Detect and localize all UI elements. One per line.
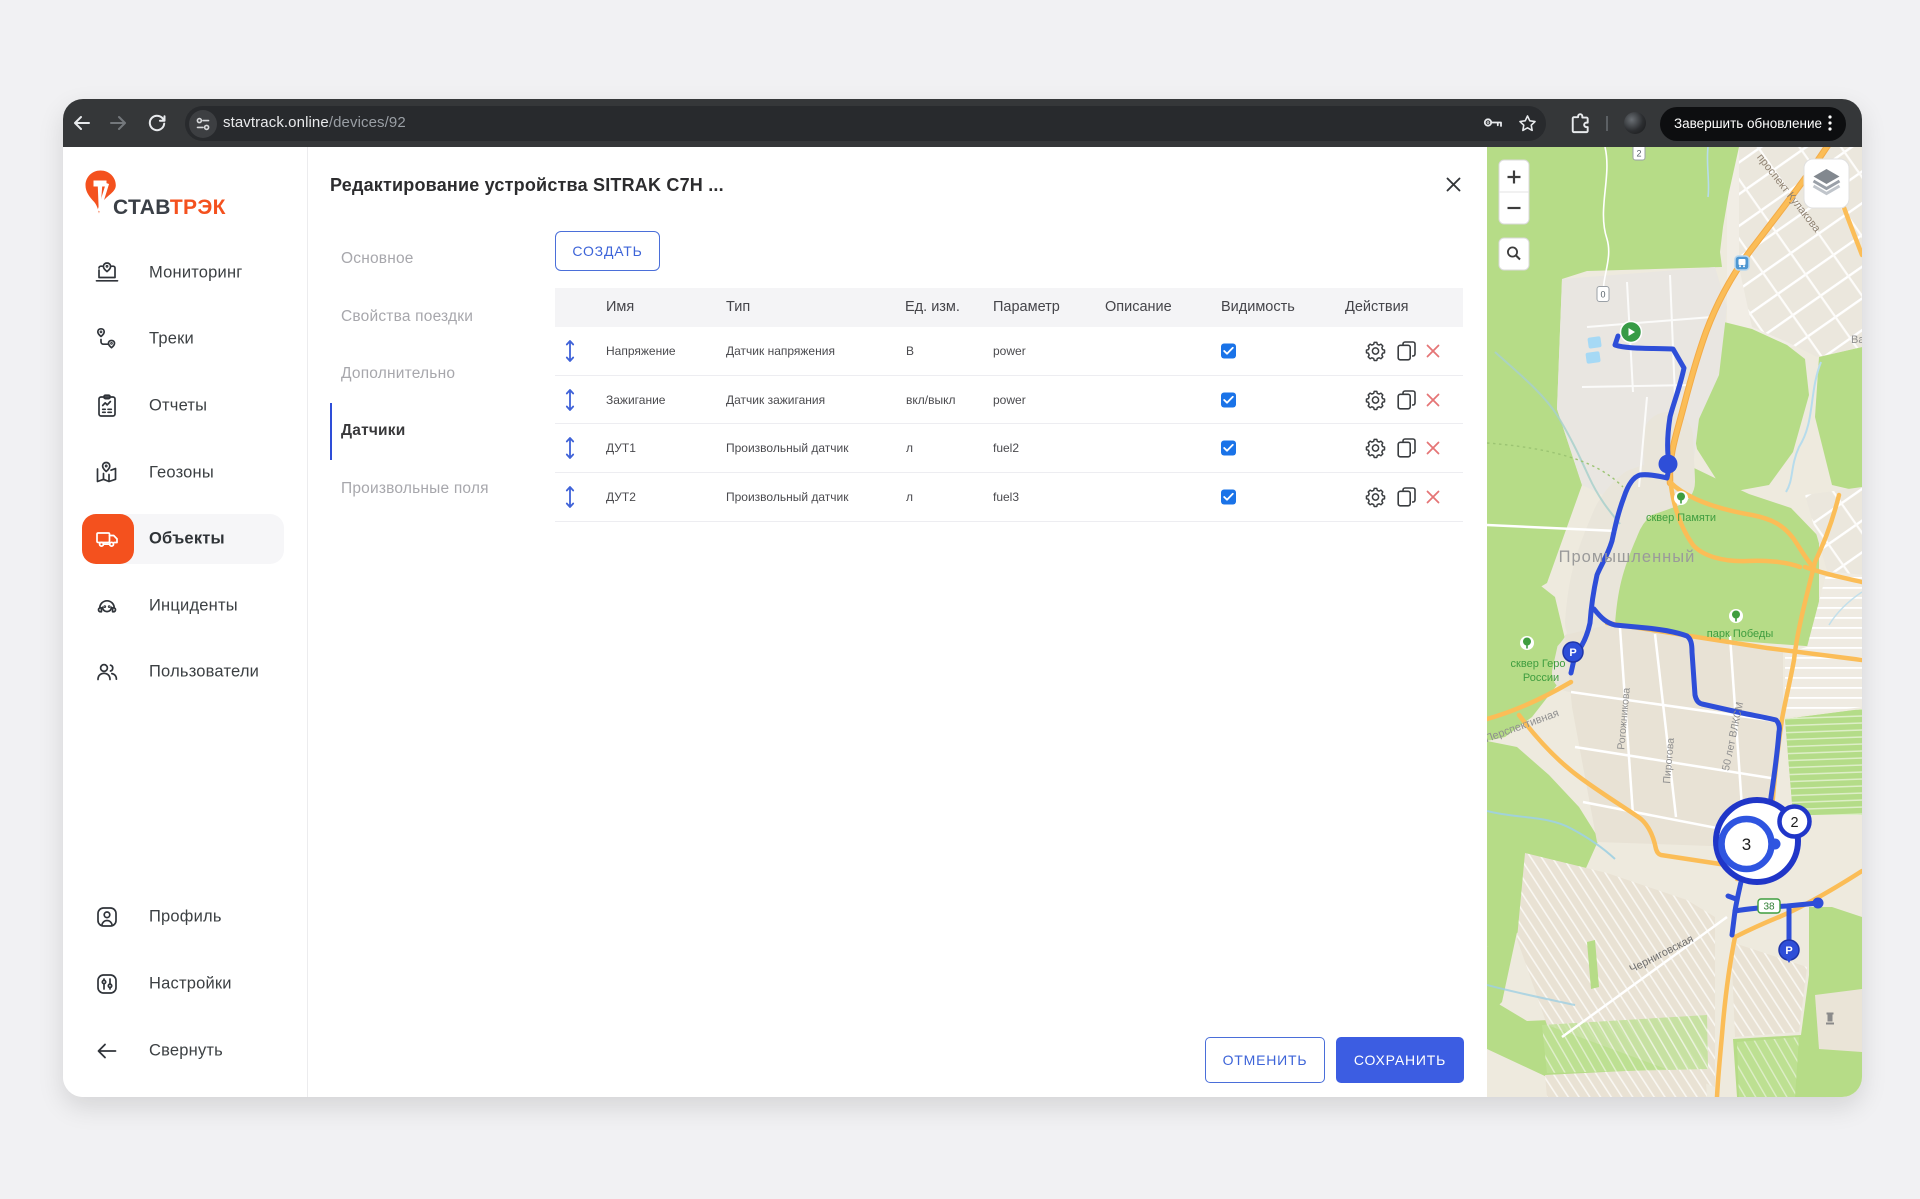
svg-text:P: P: [1785, 945, 1792, 957]
svg-text:парк Победы: парк Победы: [1707, 628, 1774, 640]
svg-text:2: 2: [1790, 815, 1798, 831]
svg-text:0: 0: [1600, 290, 1605, 300]
svg-text:38: 38: [1763, 902, 1775, 913]
svg-text:2: 2: [1636, 149, 1641, 159]
svg-text:3: 3: [1742, 835, 1751, 854]
svg-text:сквер Геро: сквер Геро: [1511, 658, 1566, 670]
svg-text:Промышленный: Промышленный: [1559, 548, 1696, 566]
svg-text:Вас: Вас: [1851, 334, 1862, 346]
svg-text:России: России: [1523, 672, 1559, 684]
svg-text:P: P: [1569, 647, 1576, 659]
svg-text:сквер Памяти: сквер Памяти: [1646, 512, 1716, 524]
